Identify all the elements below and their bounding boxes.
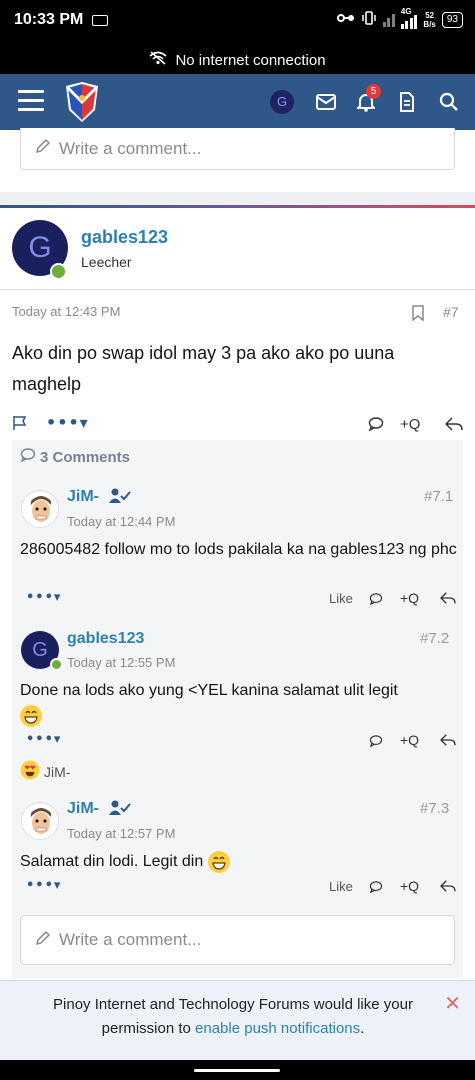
hamburger-icon[interactable]	[18, 90, 44, 112]
reply-comment-input[interactable]: Write a comment...	[20, 915, 455, 965]
signal-icon-2: 4G	[400, 7, 418, 29]
post-timestamp[interactable]: Today at 12:43 PM	[12, 304, 120, 319]
notification-badge: 5	[366, 84, 381, 99]
app-header: G	[0, 74, 475, 130]
top-comment-input[interactable]: Write a comment...	[20, 128, 455, 170]
vibrate-icon	[361, 10, 377, 29]
avatar[interactable]	[21, 802, 59, 840]
mail-icon[interactable]	[314, 90, 338, 114]
comment-icon[interactable]	[368, 417, 384, 431]
more-options-button[interactable]: •••▾	[26, 590, 61, 605]
search-icon[interactable]	[437, 90, 461, 114]
share-icon[interactable]	[445, 416, 463, 432]
battery-indicator: 93	[441, 11, 463, 28]
more-options-button[interactable]: •••▾	[26, 878, 61, 893]
comment-number[interactable]: #7.2	[420, 630, 449, 647]
emoji-grin-icon	[207, 850, 230, 873]
sim-icon	[92, 15, 108, 26]
like-button[interactable]: Like	[329, 879, 353, 894]
like-button[interactable]: Like	[329, 591, 353, 606]
wifi-off-icon	[149, 51, 167, 69]
flag-icon[interactable]	[12, 415, 28, 431]
emoji-heart-eyes-icon	[20, 760, 40, 783]
header-avatar[interactable]: G	[270, 90, 294, 114]
offline-text: No internet connection	[175, 51, 326, 69]
status-bar: 10:33 PM 4G 52 B/s 93	[0, 0, 475, 46]
close-icon[interactable]: ✕	[444, 991, 461, 1015]
quote-button[interactable]: +Q	[400, 590, 419, 606]
comment-timestamp[interactable]: Today at 12:57 PM	[67, 826, 175, 841]
post-header: G gables123 Leecher	[0, 208, 475, 290]
network-type: 4G	[400, 6, 412, 16]
post-body: Ako din po swap idol may 3 pa ako ako po…	[12, 343, 395, 394]
key-icon	[336, 12, 355, 27]
author-title: Leecher	[81, 254, 132, 270]
comment-text: Done na lods ako yung <YEL kanina salama…	[20, 678, 460, 728]
online-indicator	[50, 658, 63, 671]
comment-author[interactable]: JiM-	[67, 488, 99, 506]
comment-icon[interactable]	[369, 735, 383, 747]
pencil-icon	[35, 138, 51, 159]
more-options-button[interactable]: •••▾	[26, 732, 61, 747]
push-banner-text: Pinoy Internet and Technology Forums wou…	[53, 996, 413, 1037]
comment-author[interactable]: gables123	[67, 630, 144, 648]
emoji-grin-icon	[20, 704, 42, 727]
comment-text: Salamat din lodi. Legit din	[20, 849, 460, 874]
status-indicators: 4G 52 B/s 93	[336, 7, 463, 29]
enable-push-link[interactable]: enable push notifications	[195, 1020, 360, 1037]
comment-number[interactable]: #7.1	[424, 488, 453, 505]
comment-author[interactable]: JiM-	[67, 800, 99, 818]
comment-icon[interactable]	[369, 881, 383, 893]
comment-placeholder: Write a comment...	[59, 930, 202, 949]
post-number[interactable]: #7	[443, 304, 459, 320]
comments-header[interactable]: 3 Comments	[20, 448, 130, 466]
comments-count: 3 Comments	[40, 448, 131, 466]
pencil-icon	[35, 930, 51, 951]
comment-timestamp[interactable]: Today at 12:44 PM	[67, 514, 175, 529]
comment-icon[interactable]	[369, 593, 383, 605]
post-separator	[0, 192, 475, 206]
push-notification-banner: Pinoy Internet and Technology Forums wou…	[0, 980, 475, 1060]
comment-timestamp[interactable]: Today at 12:55 PM	[67, 655, 175, 670]
bookmark-icon[interactable]	[411, 305, 425, 325]
share-icon[interactable]	[440, 733, 456, 747]
reaction-summary[interactable]: JiM-	[20, 760, 70, 783]
more-options-button[interactable]: •••▾	[46, 413, 89, 432]
verified-user-icon	[109, 488, 131, 508]
system-nav-bar	[0, 1060, 475, 1080]
verified-user-icon	[109, 800, 131, 820]
comment-number[interactable]: #7.3	[420, 800, 449, 817]
net-speed: 52 B/s	[423, 10, 436, 29]
share-icon[interactable]	[440, 879, 456, 893]
comment-placeholder: Write a comment...	[59, 138, 202, 158]
quote-button[interactable]: +Q	[400, 732, 419, 748]
comment-text: 286005482 follow mo to lods pakilala ka …	[20, 541, 457, 558]
status-time: 10:33 PM	[14, 11, 84, 28]
signal-icon-1	[382, 13, 395, 27]
quote-button[interactable]: +Q	[400, 416, 420, 433]
document-icon[interactable]	[395, 90, 419, 114]
reaction-user: JiM-	[44, 763, 71, 780]
post-author[interactable]: gables123	[81, 227, 168, 248]
share-icon[interactable]	[440, 591, 456, 605]
comment-icon	[20, 448, 36, 466]
online-indicator	[50, 263, 67, 280]
logo[interactable]	[62, 80, 102, 124]
avatar[interactable]	[21, 490, 59, 528]
offline-banner: No internet connection	[0, 46, 475, 74]
quote-button[interactable]: +Q	[400, 878, 419, 894]
home-gesture-bar[interactable]	[194, 1069, 280, 1072]
